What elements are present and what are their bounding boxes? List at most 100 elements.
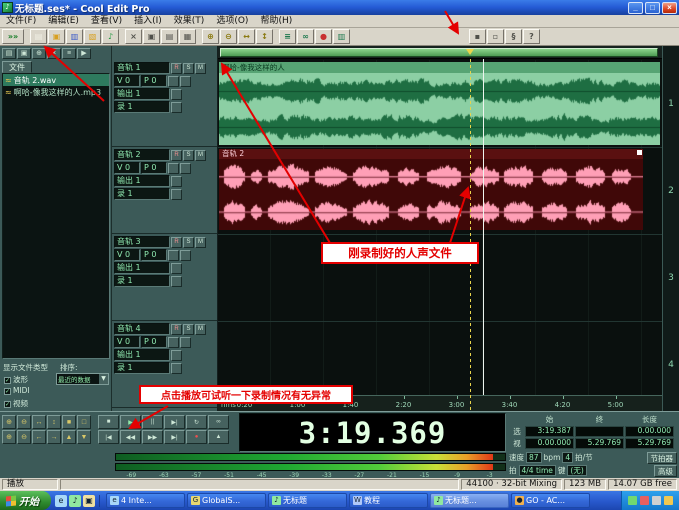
tray-icon[interactable]: [640, 496, 649, 505]
maximize-button[interactable]: □: [645, 1, 660, 14]
toolbar-button[interactable]: ⊕: [202, 29, 219, 44]
zoom-button[interactable]: ⊕: [2, 415, 16, 429]
toolbar-button[interactable]: ×: [125, 29, 142, 44]
horizontal-scrollbar-track[interactable]: [218, 46, 662, 59]
level-meter-right[interactable]: [115, 463, 506, 471]
mute-button[interactable]: M: [195, 149, 206, 161]
zoom-button[interactable]: ▲: [62, 430, 76, 444]
taskbar-window-button[interactable]: ● GO - AC...: [511, 493, 590, 508]
mute-button[interactable]: M: [195, 236, 206, 248]
toolbar-button[interactable]: ▣: [48, 29, 65, 44]
track-volume[interactable]: V 0: [114, 162, 140, 174]
transport-button[interactable]: ▲: [208, 430, 229, 444]
sort-dropdown[interactable]: 最近的数据 ▼: [56, 373, 109, 385]
checkbox-waveform[interactable]: ✓ 波形: [4, 374, 28, 385]
cursor-line[interactable]: [470, 59, 471, 411]
menu-item[interactable]: 插入(I): [128, 15, 168, 28]
zoom-button[interactable]: ■: [62, 415, 76, 429]
zoom-button[interactable]: ←: [32, 430, 46, 444]
output-select-button[interactable]: [171, 349, 182, 361]
zoom-button[interactable]: ▼: [77, 430, 91, 444]
file-item[interactable]: ≈ 啊哈-像我这样的人.mp3: [3, 86, 109, 98]
transport-button[interactable]: ◀◀: [120, 430, 141, 444]
transport-button[interactable]: ▶: [120, 415, 141, 429]
key-value[interactable]: (无): [567, 465, 587, 476]
time-display[interactable]: 3:19.369: [239, 413, 506, 452]
toolbar-button[interactable]: ▪: [469, 29, 486, 44]
track-record-device[interactable]: 录 1: [114, 101, 170, 113]
clip-resize-handle[interactable]: [637, 150, 642, 155]
cursor-marker-icon[interactable]: [466, 49, 474, 55]
tempo-value[interactable]: 87: [526, 452, 542, 463]
zoom-button[interactable]: ↕: [47, 415, 61, 429]
record-device-button[interactable]: [171, 101, 182, 113]
solo-button[interactable]: S: [183, 323, 194, 335]
track-volume[interactable]: V 0: [114, 336, 140, 348]
quick-launch-icon[interactable]: ▣: [83, 494, 95, 507]
organizer-button[interactable]: ×: [47, 48, 61, 59]
zoom-button[interactable]: ⊕: [2, 430, 16, 444]
track-lock-button[interactable]: [168, 75, 179, 87]
level-meter-left[interactable]: [115, 453, 506, 461]
track-fx-button[interactable]: [180, 336, 191, 348]
taskbar-window-button[interactable]: G GlobalS...: [187, 493, 266, 508]
toolbar-button[interactable]: ▤: [30, 29, 47, 44]
record-arm-button[interactable]: R: [171, 323, 182, 335]
track-number[interactable]: 1: [663, 60, 679, 147]
file-item-selected[interactable]: ≈ 音轨 2.wav: [3, 74, 109, 86]
track-fx-button[interactable]: [180, 162, 191, 174]
tray-icon[interactable]: [652, 496, 661, 505]
track-name[interactable]: 音轨 1: [114, 62, 170, 74]
menu-item[interactable]: 文件(F): [0, 15, 42, 28]
time-signature-value[interactable]: 4/4 time: [518, 465, 556, 476]
taskbar-window-button[interactable]: e 4 Inte...: [106, 493, 185, 508]
transport-button[interactable]: ▶▶: [142, 430, 163, 444]
zoom-button[interactable]: ⊖: [17, 415, 31, 429]
track-name[interactable]: 音轨 3: [114, 236, 170, 248]
transport-button[interactable]: ●: [186, 430, 207, 444]
track-number[interactable]: 2: [663, 147, 679, 234]
output-select-button[interactable]: [171, 88, 182, 100]
toolbar-button[interactable]: »»: [2, 29, 24, 44]
taskbar-window-button[interactable]: W 教程: [349, 493, 428, 508]
track2-waveform[interactable]: [219, 159, 643, 230]
toolbar-button[interactable]: ▧: [84, 29, 101, 44]
toolbar-button[interactable]: ▦: [179, 29, 196, 44]
zoom-button[interactable]: ⊖: [17, 430, 31, 444]
solo-button[interactable]: S: [183, 62, 194, 74]
organizer-button[interactable]: ≡: [62, 48, 76, 59]
record-device-button[interactable]: [171, 275, 182, 287]
track-volume[interactable]: V 0: [114, 75, 140, 87]
transport-button[interactable]: ∞: [208, 415, 229, 429]
solo-button[interactable]: S: [183, 149, 194, 161]
toolbar-button[interactable]: ↔: [238, 29, 255, 44]
track-lock-button[interactable]: [168, 336, 179, 348]
quick-launch-icon[interactable]: ♪: [69, 494, 81, 507]
menu-item[interactable]: 效果(T): [168, 15, 211, 28]
tab-files[interactable]: 文件: [2, 61, 32, 73]
track-name[interactable]: 音轨 2: [114, 149, 170, 161]
track-fx-button[interactable]: [180, 249, 191, 261]
transport-button[interactable]: ↻: [186, 415, 207, 429]
zoom-button[interactable]: →: [47, 430, 61, 444]
toolbar-button[interactable]: ?: [523, 29, 540, 44]
track-name[interactable]: 音轨 4: [114, 323, 170, 335]
track2-vocal-clip[interactable]: 音轨 2: [219, 149, 643, 230]
start-button[interactable]: 开始: [0, 491, 51, 510]
quick-launch-icon[interactable]: e: [55, 494, 67, 507]
toolbar-button[interactable]: ▥: [333, 29, 350, 44]
horizontal-scrollbar-thumb[interactable]: [220, 48, 658, 57]
menu-item[interactable]: 编辑(E): [42, 15, 85, 28]
track1-music-clip[interactable]: 啊哈-像我这样的人: [219, 62, 660, 145]
toolbar-button[interactable]: ≡: [279, 29, 296, 44]
record-arm-button[interactable]: R: [171, 62, 182, 74]
track-lock-button[interactable]: [168, 162, 179, 174]
track-number[interactable]: 3: [663, 234, 679, 321]
transport-button[interactable]: |◀: [98, 430, 119, 444]
taskbar-window-button[interactable]: ♪ 无标题: [268, 493, 347, 508]
zoom-button[interactable]: ↔: [32, 415, 46, 429]
metronome-button[interactable]: 节拍器: [646, 451, 677, 464]
track-output[interactable]: 输出 1: [114, 175, 170, 187]
close-button[interactable]: ×: [662, 1, 677, 14]
output-select-button[interactable]: [171, 262, 182, 274]
